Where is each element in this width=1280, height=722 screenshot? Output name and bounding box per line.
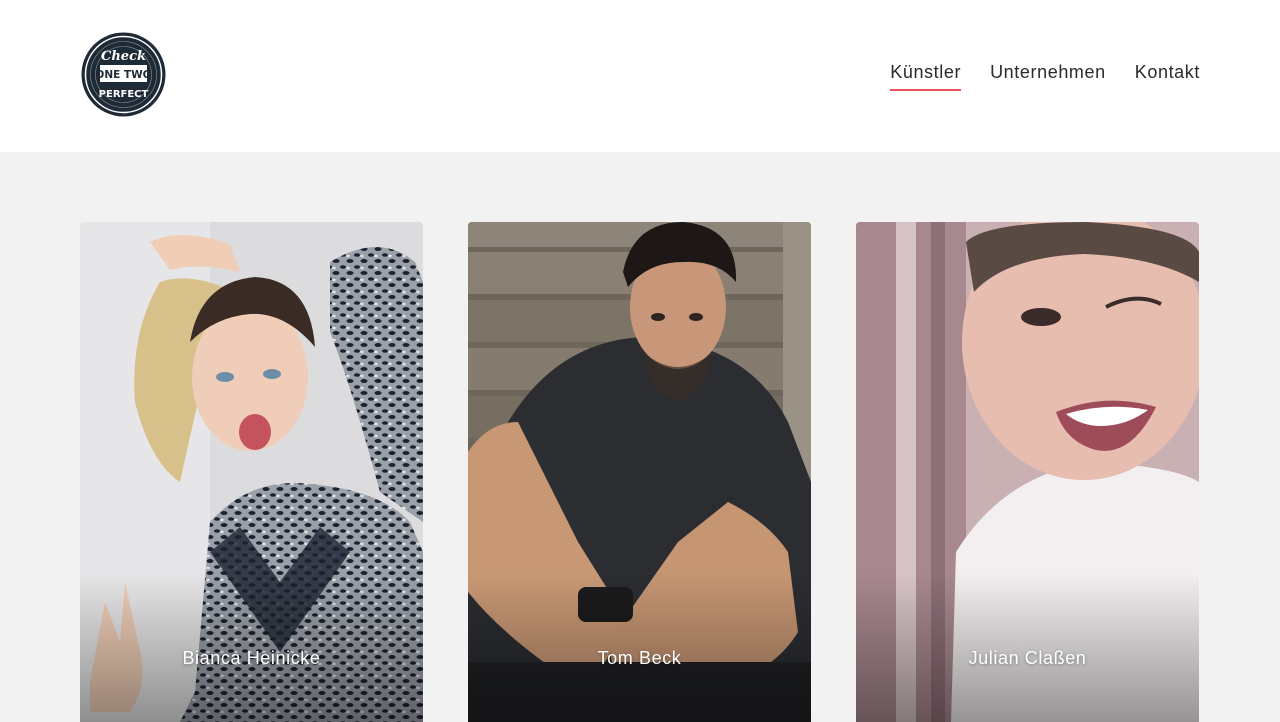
artist-name: Bianca Heinicke [182, 648, 321, 668]
artist-grid: Bianca Heinicke Tom Beck Julian Claßen [0, 152, 1280, 722]
nav-item-unternehmen[interactable]: Unternehmen [990, 58, 1106, 90]
svg-text:Check: Check [101, 49, 146, 64]
artist-card-julian-classen[interactable]: Julian Claßen [856, 222, 1199, 722]
svg-text:PERFECT: PERFECT [99, 89, 149, 100]
artist-card-tom-beck[interactable]: Tom Beck [468, 222, 811, 722]
nav-item-kuenstler[interactable]: Künstler [890, 58, 961, 91]
artist-name: Tom Beck [597, 648, 682, 668]
check-one-two-perfect-logo-icon: Check ONE TWO PERFECT [81, 32, 166, 117]
artist-card-bianca-heinicke[interactable]: Bianca Heinicke [80, 222, 423, 722]
nav-item-kontakt[interactable]: Kontakt [1135, 58, 1200, 90]
main-navigation: Künstler Unternehmen Kontakt [890, 58, 1200, 91]
site-header: Check ONE TWO PERFECT Künstler Unternehm… [0, 0, 1280, 152]
artist-name: Julian Claßen [968, 648, 1087, 668]
brand-logo[interactable]: Check ONE TWO PERFECT [80, 31, 167, 118]
svg-text:ONE TWO: ONE TWO [95, 69, 151, 81]
